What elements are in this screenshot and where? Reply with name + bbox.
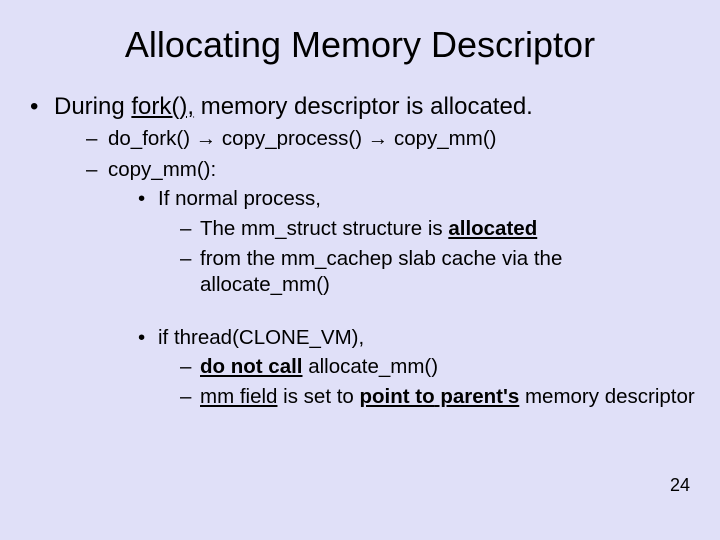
bullet-list: During fork(), memory descriptor is allo…: [24, 92, 696, 411]
sub-4c: do not call allocate_mm(): [178, 354, 696, 381]
underline-fork: fork(),: [131, 93, 194, 120]
sublist: If normal process, The mm_struct structu…: [132, 186, 696, 299]
text: During: [54, 93, 131, 120]
text: allocate_mm(): [303, 355, 439, 378]
sub-3b: if thread(CLONE_VM), do not call allocat…: [132, 325, 696, 411]
bold-underline: point to: [360, 385, 435, 408]
slide-title: Allocating Memory Descriptor: [24, 24, 696, 66]
text: The mm_struct structure is: [200, 217, 448, 240]
spacer: [108, 302, 696, 322]
text: from the mm_cachep slab cache via the: [200, 247, 562, 270]
page-number: 24: [670, 475, 690, 496]
text: copy_process(): [216, 127, 368, 150]
slide: Allocating Memory Descriptor During fork…: [0, 0, 720, 540]
sub-3: If normal process, The mm_struct structu…: [132, 186, 696, 299]
text: is set to: [277, 385, 359, 408]
sub-4a: The mm_struct structure is allocated: [178, 216, 696, 243]
sublist: if thread(CLONE_VM), do not call allocat…: [132, 325, 696, 411]
bullet-1: During fork(), memory descriptor is allo…: [24, 92, 696, 411]
bold-underline: do not call: [200, 355, 303, 378]
text: if thread(CLONE_VM),: [158, 326, 364, 349]
sub-4d: mm field is set to point to parent's mem…: [178, 384, 696, 411]
sub-1: do_fork() → copy_process() → copy_mm(): [82, 126, 696, 153]
text: memory descriptor: [519, 385, 694, 408]
bold-underline: allocated: [448, 217, 537, 240]
arrow-icon: →: [368, 127, 389, 150]
text: copy_mm(): [388, 127, 496, 150]
text: copy_mm():: [108, 158, 216, 181]
underline: mm field: [200, 385, 277, 408]
bold-underline: parent's: [435, 385, 520, 408]
text: memory descriptor is allocated.: [194, 93, 533, 120]
sublist: do not call allocate_mm() mm field is se…: [178, 354, 696, 410]
sub-2: copy_mm(): If normal process, The mm_str…: [82, 157, 696, 411]
text: do_fork(): [108, 127, 196, 150]
arrow-icon: →: [196, 127, 217, 150]
sublist: do_fork() → copy_process() → copy_mm() c…: [82, 126, 696, 411]
sublist: The mm_struct structure is allocated fro…: [178, 216, 696, 299]
text: If normal process,: [158, 187, 321, 210]
sub-4b: from the mm_cachep slab cache via the al…: [178, 246, 696, 299]
text: allocate_mm(): [200, 273, 330, 296]
